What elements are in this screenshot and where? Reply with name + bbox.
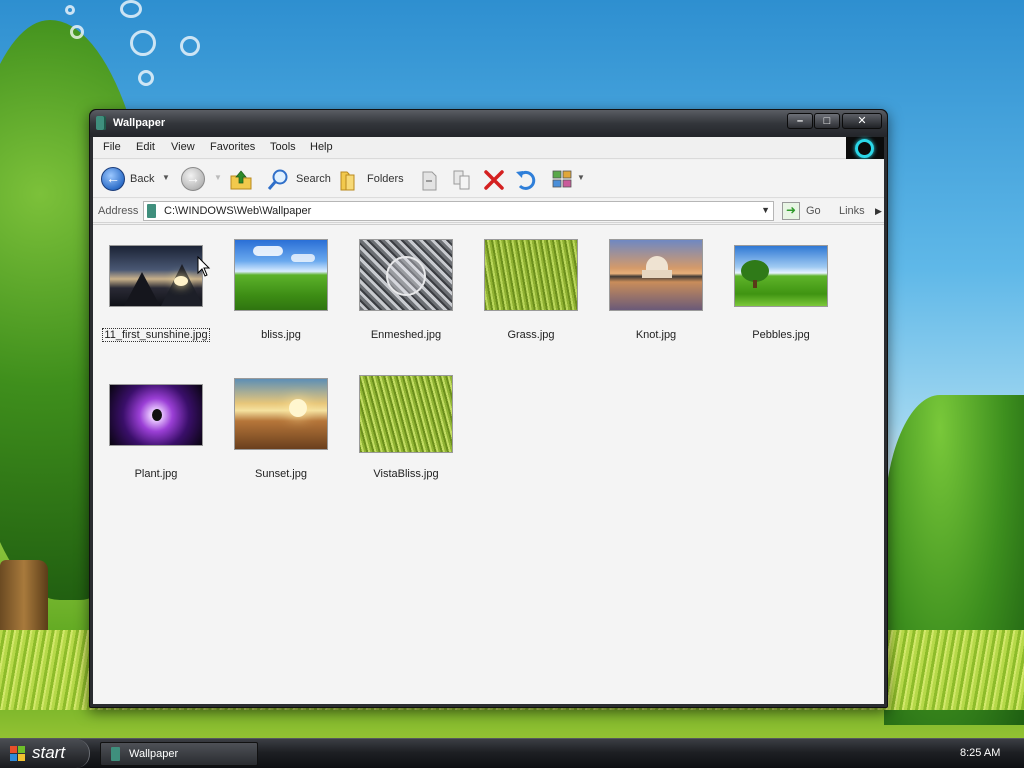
windows-flag-icon (10, 746, 25, 761)
sky-bubbles (60, 0, 220, 110)
mouse-cursor-icon (197, 256, 211, 277)
windows-throbber (846, 137, 884, 159)
address-folder-icon (147, 204, 156, 218)
up-folder-icon[interactable] (229, 168, 253, 192)
title-bar[interactable]: Wallpaper – □ ✕ (90, 110, 887, 137)
thumbnail-plant (109, 384, 203, 446)
taskbar: start Wallpaper 8:25 AM (0, 738, 1024, 768)
forward-arrow-icon: → (186, 170, 200, 186)
menu-favorites[interactable]: Favorites (210, 141, 255, 153)
menu-file[interactable]: File (103, 141, 121, 153)
explorer-window: Wallpaper – □ ✕ File Edit View Favorites… (89, 109, 888, 708)
file-name[interactable]: 11_first_sunshine.jpg (96, 328, 216, 342)
close-button[interactable]: ✕ (842, 113, 882, 129)
file-item[interactable]: Plant.jpg (96, 384, 216, 504)
file-item[interactable]: Pebbles.jpg (721, 245, 841, 365)
file-name[interactable]: Enmeshed.jpg (346, 329, 466, 341)
start-label: start (32, 743, 66, 762)
back-label[interactable]: Back (130, 173, 154, 185)
back-arrow-icon: ← (106, 170, 120, 186)
thumbnail-enmeshed (359, 239, 453, 311)
file-list[interactable]: 11_first_sunshine.jpg bliss.jpg Enmeshed… (93, 224, 884, 704)
go-button[interactable]: Go (806, 205, 821, 217)
thumbnail-vistabliss (359, 375, 453, 453)
thumbnail-knot (609, 239, 703, 311)
views-dropdown-icon[interactable]: ▼ (577, 173, 585, 182)
back-dropdown-icon[interactable]: ▼ (162, 173, 170, 182)
file-name[interactable]: Grass.jpg (471, 329, 591, 341)
folder-window-icon (111, 747, 120, 761)
file-name[interactable]: VistaBliss.jpg (346, 468, 466, 480)
maximize-button[interactable]: □ (814, 113, 840, 129)
search-icon[interactable] (267, 168, 291, 192)
forward-button[interactable]: → (181, 167, 205, 191)
file-item[interactable]: Enmeshed.jpg (346, 239, 466, 365)
window-client: File Edit View Favorites Tools Help ← Ba… (93, 137, 884, 704)
thumbnail-sunset (234, 378, 328, 450)
menu-edit[interactable]: Edit (136, 141, 155, 153)
system-clock[interactable]: 8:25 AM (960, 747, 1000, 759)
folders-icon[interactable] (337, 168, 361, 192)
start-button[interactable]: start (0, 739, 90, 768)
minimize-button[interactable]: – (787, 113, 813, 129)
forward-dropdown-icon[interactable]: ▼ (214, 173, 222, 182)
menu-help[interactable]: Help (310, 141, 333, 153)
address-path[interactable]: C:\WINDOWS\Web\Wallpaper (164, 205, 311, 217)
go-arrow-icon[interactable]: ➜ (782, 202, 800, 220)
move-to-icon[interactable] (417, 168, 441, 192)
address-input[interactable]: C:\WINDOWS\Web\Wallpaper ▼ (143, 201, 774, 221)
window-title: Wallpaper (113, 117, 166, 129)
file-item[interactable]: Grass.jpg (471, 239, 591, 365)
file-name[interactable]: Knot.jpg (596, 329, 716, 341)
thumbnail-first-sunshine (109, 245, 203, 307)
file-name[interactable]: Sunset.jpg (221, 468, 341, 480)
views-icon[interactable] (551, 168, 575, 192)
copy-to-icon[interactable] (450, 168, 474, 192)
address-dropdown-icon[interactable]: ▼ (761, 205, 770, 215)
taskbar-item-wallpaper[interactable]: Wallpaper (100, 742, 258, 766)
thumbnail-pebbles (734, 245, 828, 307)
back-button[interactable]: ← (101, 167, 125, 191)
links-chevron-icon[interactable]: ▶ (875, 206, 882, 217)
taskbar-item-label: Wallpaper (129, 748, 179, 760)
file-item[interactable]: bliss.jpg (221, 239, 341, 365)
folders-label[interactable]: Folders (367, 173, 404, 185)
folder-window-icon (96, 116, 106, 130)
thumbnail-bliss (234, 239, 328, 311)
address-label: Address (98, 205, 139, 217)
file-name[interactable]: Plant.jpg (96, 468, 216, 480)
search-label[interactable]: Search (296, 173, 331, 185)
file-item[interactable]: VistaBliss.jpg (346, 375, 466, 504)
undo-icon[interactable] (514, 168, 538, 192)
delete-icon[interactable] (482, 168, 506, 192)
links-button[interactable]: Links (839, 205, 865, 217)
throbber-ring-icon (855, 139, 874, 158)
file-name[interactable]: Pebbles.jpg (721, 329, 841, 341)
toolbar: ← Back ▼ → ▼ Search Folders ▼ (93, 160, 884, 198)
thumbnail-grass (484, 239, 578, 311)
file-item[interactable]: Knot.jpg (596, 239, 716, 365)
file-name[interactable]: bliss.jpg (221, 329, 341, 341)
menu-view[interactable]: View (171, 141, 195, 153)
menu-bar: File Edit View Favorites Tools Help (93, 137, 884, 159)
menu-tools[interactable]: Tools (270, 141, 296, 153)
address-bar: Address C:\WINDOWS\Web\Wallpaper ▼ ➜ Go … (93, 199, 884, 223)
file-item[interactable]: Sunset.jpg (221, 378, 341, 504)
